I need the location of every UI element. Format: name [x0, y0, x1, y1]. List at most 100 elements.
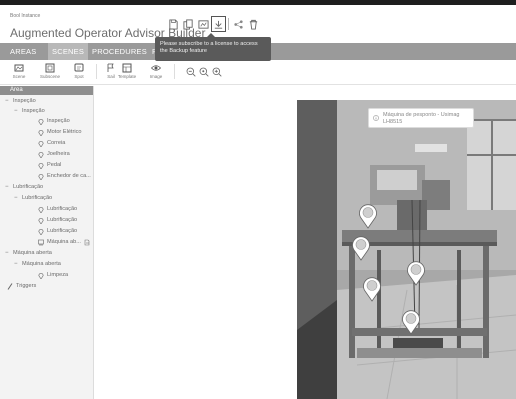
- scene-icon: [14, 64, 24, 72]
- toolbar-divider: [96, 64, 97, 79]
- map-pin-icon: [38, 162, 44, 169]
- scene-link-icon: [38, 239, 44, 246]
- tree-item-label: Lubrificação: [13, 184, 44, 190]
- tree-spot-joelheira[interactable]: Joelheira: [38, 151, 70, 158]
- tool-image-label: Image: [149, 74, 163, 79]
- tree-item-label: Máquina aberta: [22, 261, 61, 267]
- tree-item-label: Lubrificação: [47, 217, 78, 223]
- tool-template-label: Template: [117, 74, 137, 79]
- zoom-out-icon[interactable]: [186, 67, 196, 77]
- tool-scene[interactable]: Scene: [6, 63, 32, 79]
- tree-group-inspecao[interactable]: − Inspeção: [5, 98, 36, 105]
- spot-marker[interactable]: [406, 260, 426, 286]
- copy-icon[interactable]: [183, 18, 194, 30]
- tree-subgroup-inspecao[interactable]: − Inspeção: [14, 108, 45, 115]
- info-icon: [373, 115, 379, 121]
- company-logo: Bool Instance: [10, 13, 41, 19]
- save-icon[interactable]: [168, 18, 179, 30]
- sewing-machine-photo: [297, 100, 516, 399]
- tree-subscene-maquina[interactable]: Máquina ab...: [38, 239, 90, 246]
- tree-item-label: Correia: [47, 140, 66, 146]
- tree-spot-limpeza[interactable]: Limpeza: [38, 272, 68, 279]
- subscene-icon: [45, 63, 55, 73]
- publish-icon[interactable]: [198, 18, 209, 30]
- map-pin-icon: [38, 118, 44, 125]
- tree-group-lubrificacao[interactable]: − Lubrificação: [5, 184, 43, 191]
- collapse-icon[interactable]: −: [5, 250, 10, 257]
- map-pin-icon: [38, 217, 44, 224]
- tree-item-label: Inspeção: [22, 108, 45, 114]
- map-pin-icon: [38, 140, 44, 147]
- collapse-icon[interactable]: −: [5, 98, 10, 105]
- header-actions: [168, 16, 259, 32]
- tree-item-label: Triggers: [16, 283, 37, 289]
- tree-spot-lubrificacao-2[interactable]: Lubrificação: [38, 217, 77, 224]
- tool-subscene[interactable]: Subscene: [37, 63, 63, 79]
- spot-icon: [74, 63, 84, 72]
- tool-subscene-label: Subscene: [39, 74, 60, 79]
- tool-scene-label: Scene: [12, 74, 26, 79]
- map-pin-icon: [38, 129, 44, 136]
- tree-item-label: Inspeção: [13, 98, 36, 104]
- tree-item-label: Enchedor de ca...: [47, 173, 91, 179]
- map-pin-icon: [38, 151, 44, 158]
- tree-subgroup-lubrificacao[interactable]: − Lubrificação: [14, 195, 52, 202]
- tool-spot[interactable]: Spot: [66, 63, 92, 79]
- scene-photo: [297, 100, 516, 399]
- zoom-in-icon[interactable]: [212, 67, 222, 77]
- tree-item-label: Lubrificação: [47, 228, 78, 234]
- tree-spot-lubrificacao-3[interactable]: Lubrificação: [38, 228, 77, 235]
- zoom-reset-icon[interactable]: [199, 67, 209, 77]
- tree-triggers[interactable]: Triggers: [7, 283, 36, 290]
- delete-icon[interactable]: [248, 18, 259, 30]
- tree-item-label: Lubrificação: [22, 195, 53, 201]
- tool-template[interactable]: Template: [114, 63, 140, 79]
- tree-root-area[interactable]: Area: [0, 86, 93, 95]
- tree-spot-motor[interactable]: Motor Elétrico: [38, 129, 82, 136]
- tree-item-label: Lubrificação: [47, 206, 78, 212]
- tree-group-maquina-aberta[interactable]: − Máquina aberta: [5, 250, 52, 257]
- tab-scenes[interactable]: SCENES: [48, 43, 89, 60]
- spot-marker[interactable]: [351, 235, 371, 261]
- scene-tree-panel: Area − Inspeção − Inspeção Inspeção Moto…: [0, 86, 94, 399]
- tree-spot-inspecao[interactable]: Inspeção: [38, 118, 70, 125]
- tab-procedures[interactable]: PROCEDURES: [92, 43, 147, 60]
- collapse-icon[interactable]: −: [14, 108, 19, 115]
- tree-spot-pedal[interactable]: Pedal: [38, 162, 61, 169]
- share-icon[interactable]: [233, 18, 244, 30]
- goto-scene-icon[interactable]: [84, 239, 90, 246]
- map-pin-icon: [38, 206, 44, 213]
- backup-icon[interactable]: [211, 16, 226, 32]
- eye-icon: [151, 65, 161, 71]
- spot-marker[interactable]: [362, 276, 382, 302]
- scene-info-text: Máquina de pesponto - Usimag LH8515: [383, 112, 460, 125]
- tool-spot-label: Spot: [74, 74, 84, 79]
- map-pin-icon: [38, 272, 44, 279]
- spot-marker[interactable]: [358, 203, 378, 229]
- header-divider: [228, 18, 229, 30]
- collapse-icon[interactable]: −: [14, 261, 19, 268]
- tree-subgroup-maquina-aberta[interactable]: − Máquina aberta: [14, 261, 61, 268]
- scene-toolbar: Scene Subscene Spot Sail Template Image: [0, 60, 516, 85]
- tool-image[interactable]: Image: [143, 63, 169, 79]
- tab-areas[interactable]: AREAS: [10, 43, 36, 60]
- collapse-icon[interactable]: −: [5, 184, 10, 191]
- tree-item-label: Inspeção: [47, 118, 70, 124]
- template-icon: [122, 63, 132, 73]
- map-pin-icon: [38, 228, 44, 235]
- backup-tooltip: Please subscribe to a license to access …: [155, 33, 271, 61]
- tree-spot-enchedor[interactable]: Enchedor de ca...: [38, 173, 91, 180]
- tree-item-label: Joelheira: [47, 151, 70, 157]
- tree-item-label: Pedal: [47, 162, 62, 168]
- tree-item-label: Motor Elétrico: [47, 129, 82, 135]
- map-pin-icon: [38, 173, 44, 180]
- tree-item-label: Máquina aberta: [13, 250, 52, 256]
- tree-spot-correia[interactable]: Correia: [38, 140, 65, 147]
- tree-item-label: Limpeza: [47, 272, 69, 278]
- trigger-icon: [7, 283, 13, 290]
- spot-marker[interactable]: [401, 309, 421, 335]
- tree-item-label: Máquina ab...: [47, 239, 81, 245]
- scene-info-label[interactable]: Máquina de pesponto - Usimag LH8515: [368, 108, 474, 128]
- tree-spot-lubrificacao-1[interactable]: Lubrificação: [38, 206, 77, 213]
- collapse-icon[interactable]: −: [14, 195, 19, 202]
